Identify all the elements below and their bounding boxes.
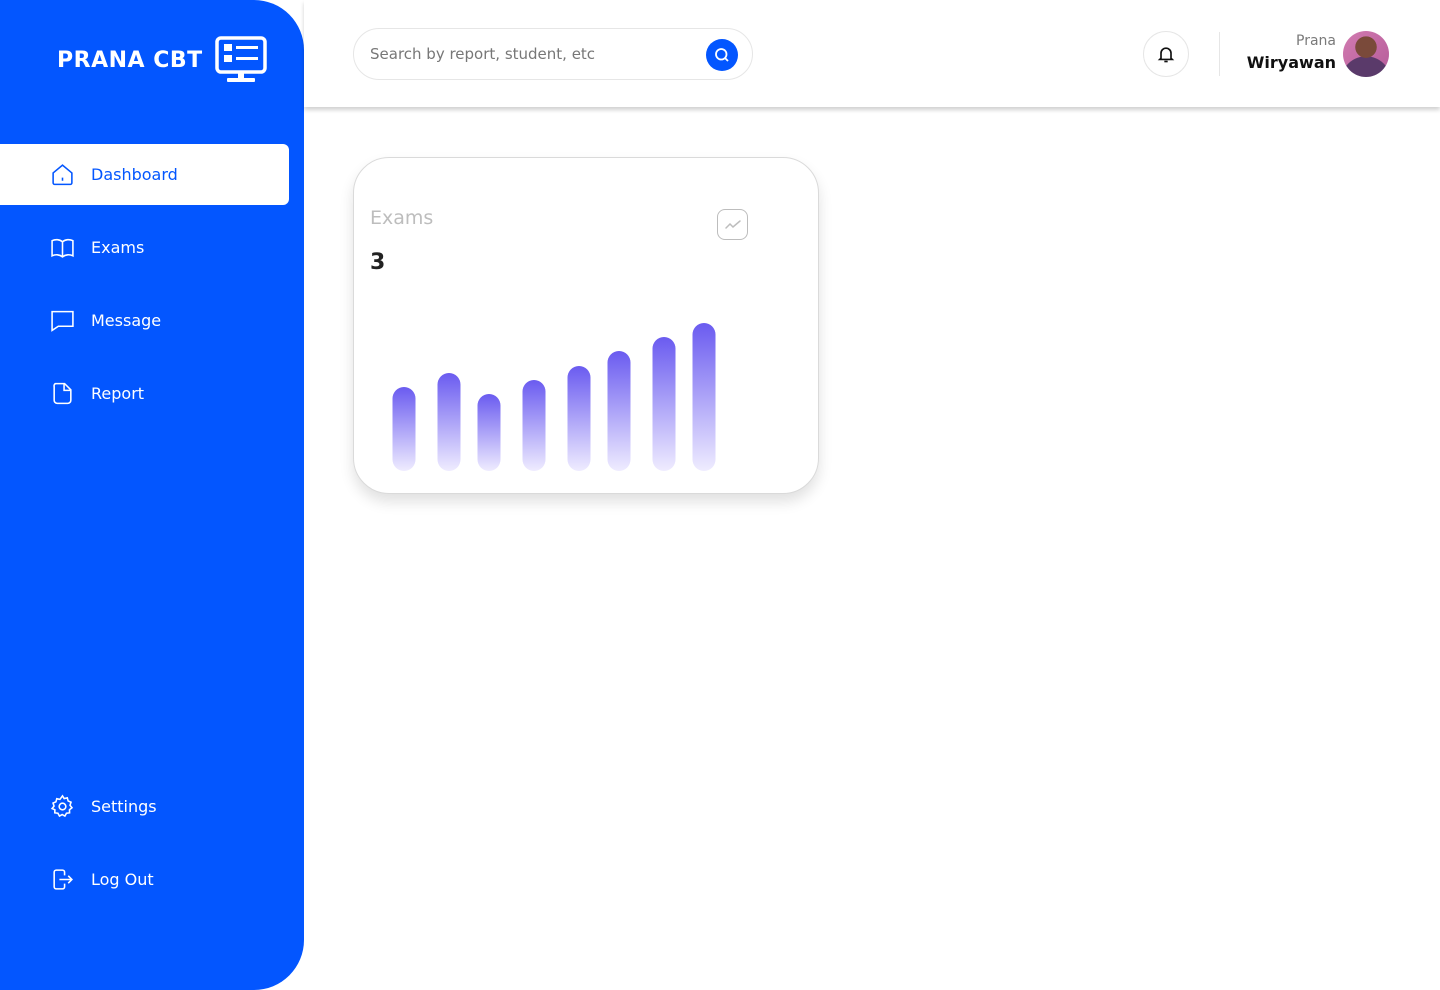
sidebar-item-label: Exams bbox=[91, 238, 145, 257]
logout-icon bbox=[53, 869, 73, 890]
message-icon bbox=[51, 310, 74, 332]
search-input[interactable] bbox=[370, 45, 690, 63]
chart-bar bbox=[652, 337, 676, 471]
sidebar-item-label: Log Out bbox=[91, 870, 154, 889]
user-first-name: Prana bbox=[1296, 33, 1336, 49]
sidebar-item-message[interactable]: Message bbox=[0, 290, 289, 351]
sidebar-item-label: Report bbox=[91, 384, 145, 403]
avatar[interactable] bbox=[1343, 31, 1389, 77]
sidebar-item-report[interactable]: Report bbox=[0, 363, 289, 424]
search-button[interactable] bbox=[706, 39, 738, 71]
chart-bar bbox=[477, 394, 501, 471]
exams-bar-chart bbox=[392, 323, 716, 471]
monitor-checklist-icon bbox=[214, 36, 267, 82]
chart-bar bbox=[392, 387, 416, 471]
chart-bar bbox=[437, 373, 461, 471]
report-icon bbox=[53, 382, 72, 405]
notifications-button[interactable] bbox=[1143, 31, 1189, 77]
header-divider bbox=[1219, 32, 1220, 76]
sidebar-item-exams[interactable]: Exams bbox=[0, 217, 289, 278]
sidebar: PRANA CBT Dashboard Exams Message Report… bbox=[0, 0, 304, 990]
brand: PRANA CBT bbox=[57, 36, 267, 84]
sidebar-item-logout[interactable]: Log Out bbox=[0, 849, 289, 910]
chart-bar bbox=[692, 323, 716, 471]
user-info[interactable]: Prana Wiryawan bbox=[1247, 33, 1336, 72]
sidebar-item-label: Message bbox=[91, 311, 162, 330]
sidebar-item-dashboard[interactable]: Dashboard bbox=[0, 144, 289, 205]
bell-icon bbox=[1157, 47, 1175, 63]
sidebar-bottom-nav: Settings Log Out bbox=[0, 776, 289, 922]
chart-bar bbox=[522, 380, 546, 471]
brand-name: PRANA CBT bbox=[57, 47, 203, 73]
sidebar-item-label: Settings bbox=[91, 797, 157, 816]
sidebar-item-settings[interactable]: Settings bbox=[0, 776, 289, 837]
book-icon bbox=[51, 238, 74, 258]
search-icon bbox=[715, 48, 729, 62]
sidebar-item-label: Dashboard bbox=[91, 165, 178, 184]
user-last-name: Wiryawan bbox=[1246, 53, 1336, 72]
chart-bar bbox=[567, 366, 591, 471]
exams-card: Exams 3 bbox=[353, 157, 819, 494]
home-icon bbox=[52, 164, 73, 186]
top-header: Prana Wiryawan bbox=[304, 0, 1440, 107]
search-bar bbox=[353, 28, 753, 80]
chart-bar bbox=[607, 351, 631, 471]
sidebar-nav: Dashboard Exams Message Report bbox=[0, 144, 289, 436]
gear-icon bbox=[50, 794, 74, 818]
